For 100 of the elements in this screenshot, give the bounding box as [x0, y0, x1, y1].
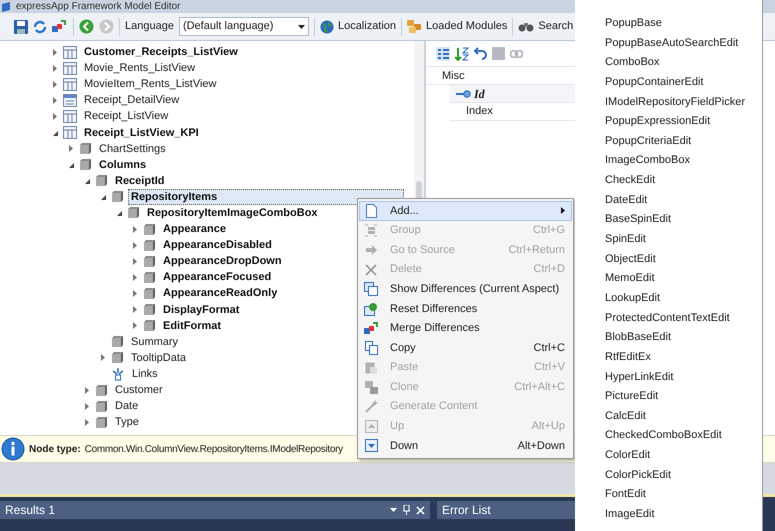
back-icon[interactable] [79, 19, 94, 34]
key-icon [456, 90, 471, 98]
submenu-item[interactable]: ObjectEdit [575, 250, 745, 270]
refresh-icon[interactable] [33, 20, 47, 34]
submenu-item[interactable]: RtfEditEx [575, 348, 745, 368]
collapse-arrow-icon[interactable] [84, 178, 90, 184]
toolbar-button[interactable]: Loaded Modules [426, 18, 508, 35]
pin-icon[interactable] [403, 505, 410, 515]
expand-arrow-icon[interactable] [132, 242, 138, 249]
tree-item[interactable]: Date [112, 398, 142, 414]
toolbar-button[interactable]: Localization [338, 18, 396, 35]
menu-item[interactable]: Show Differences (Current Aspect) [359, 279, 572, 299]
submenu-item[interactable]: FontEdit [575, 485, 745, 506]
tree-item[interactable]: DisplayFormat [160, 302, 242, 318]
tree-item[interactable]: Receipt_DetailView [81, 92, 182, 108]
submenu-item[interactable]: IModelRepositoryFieldPicker [575, 92, 745, 112]
submenu-item[interactable]: CheckedComboBoxEdit [575, 426, 745, 446]
submenu-item[interactable]: ColorEdit [575, 446, 745, 466]
expand-arrow-icon[interactable] [52, 64, 58, 72]
tree-item[interactable]: Receipt_ListView [81, 108, 172, 124]
tree-item[interactable]: AppearanceFocused [160, 269, 274, 286]
tree-item[interactable]: TooltipData [128, 350, 190, 366]
submenu-item[interactable]: PopupExpressionEdit [575, 112, 745, 132]
page-icon [364, 204, 378, 218]
submenu-item[interactable]: ImageEdit [575, 505, 745, 525]
collapse-arrow-icon[interactable] [100, 194, 106, 200]
submenu-item[interactable]: PopupBaseAutoSearchEdit [575, 34, 745, 54]
submenu-item[interactable]: PopupBase [575, 14, 745, 34]
close-icon[interactable] [416, 506, 425, 514]
arrow-right-icon [364, 244, 378, 256]
error-list-header[interactable]: Error List [437, 501, 577, 519]
tree-item[interactable]: MovieItem_Rents_ListView [81, 76, 220, 92]
submenu-item[interactable]: PictureEdit [575, 387, 745, 407]
expand-arrow-icon[interactable] [52, 48, 58, 56]
submenu-item[interactable]: DateEdit [575, 190, 745, 210]
expand-arrow-icon[interactable] [52, 112, 58, 120]
expand-arrow-icon[interactable] [52, 96, 58, 104]
submenu-item[interactable]: ColorPickEdit [575, 466, 745, 486]
expand-arrow-icon[interactable] [132, 258, 138, 265]
cube-icon [143, 319, 156, 332]
submenu-item[interactable]: ImageComboBox [575, 151, 745, 172]
tree-item[interactable]: Appearance [160, 221, 229, 238]
submenu-item[interactable]: HyperLinkEdit [575, 368, 745, 388]
expand-arrow-icon[interactable] [84, 402, 90, 410]
dropdown-arrow-icon[interactable] [390, 508, 397, 512]
menu-item[interactable]: Reset Differences [359, 298, 572, 319]
language-dropdown[interactable]: (Default language) [178, 17, 309, 36]
property-name[interactable]: Id [474, 84, 485, 102]
submenu-item[interactable]: ProtectedContentTextEdit [575, 308, 745, 328]
tree-item[interactable]: Type [112, 414, 142, 430]
property-name[interactable]: Index [466, 103, 493, 120]
expand-arrow-icon[interactable] [68, 145, 74, 152]
submenu-item[interactable]: BlobBaseEdit [575, 328, 745, 348]
submenu-item[interactable]: MemoEdit [575, 269, 745, 289]
expand-arrow-icon[interactable] [132, 322, 138, 330]
expand-arrow-icon[interactable] [100, 354, 106, 362]
tree-item[interactable]: Customer_Receipts_ListView [81, 44, 241, 60]
tree-item[interactable]: RepositoryItemImageComboBox [144, 204, 321, 221]
categorized-icon[interactable] [436, 46, 450, 60]
submenu-item[interactable]: PopupCriteriaEdit [575, 132, 745, 152]
submenu-item[interactable]: CalcEdit [575, 406, 745, 426]
submenu-item[interactable]: SpinEdit [575, 230, 745, 250]
tree-item[interactable]: Movie_Rents_ListView [81, 60, 198, 76]
save-icon[interactable] [14, 20, 28, 34]
tree-item[interactable]: Columns [96, 156, 150, 173]
menu-item[interactable]: Copy Ctrl+C [359, 338, 572, 358]
menu-item[interactable]: Merge Differences [359, 318, 572, 338]
tree-item[interactable]: EditFormat [160, 318, 224, 334]
collapse-arrow-icon[interactable] [52, 130, 58, 136]
tree-item[interactable]: RepositoryItems [128, 188, 404, 205]
tree-item[interactable]: AppearanceDisabled [160, 237, 275, 254]
tree-item[interactable]: AppearanceReadOnly [160, 285, 280, 302]
tree-item[interactable]: Links [129, 366, 161, 382]
expand-arrow-icon[interactable] [84, 418, 90, 426]
submenu-item[interactable]: CheckEdit [575, 171, 745, 191]
cube-icon [127, 206, 140, 220]
expand-arrow-icon[interactable] [132, 226, 138, 233]
undo-icon[interactable] [474, 47, 487, 60]
toolbar-button[interactable]: Search [538, 18, 574, 35]
submenu-item[interactable]: ComboBox [575, 53, 745, 73]
submenu-item[interactable]: BaseSpinEdit [575, 210, 745, 230]
expand-arrow-icon[interactable] [52, 80, 58, 88]
menu-item[interactable]: Add... [359, 201, 572, 221]
sort-az-icon[interactable] [455, 46, 469, 60]
cube-icon [95, 416, 108, 429]
tree-item[interactable]: Receipt_ListView_KPI [81, 124, 202, 141]
expand-arrow-icon[interactable] [84, 386, 90, 394]
submenu-item[interactable]: LookupEdit [575, 288, 745, 309]
expand-arrow-icon[interactable] [132, 290, 138, 297]
expand-arrow-icon[interactable] [132, 274, 138, 281]
tree-item[interactable]: Summary [128, 334, 182, 350]
tree-item[interactable]: ReceiptId [112, 172, 168, 189]
menu-item[interactable]: Down Alt+Down [359, 436, 572, 456]
collapse-arrow-icon[interactable] [68, 162, 74, 168]
collapse-arrow-icon[interactable] [116, 210, 122, 216]
tree-item[interactable]: Customer [112, 382, 166, 398]
submenu-item[interactable]: PopupContainerEdit [575, 72, 745, 93]
tree-item[interactable]: ChartSettings [96, 140, 169, 157]
tree-item[interactable]: AppearanceDropDown [160, 253, 285, 270]
expand-arrow-icon[interactable] [132, 306, 138, 314]
